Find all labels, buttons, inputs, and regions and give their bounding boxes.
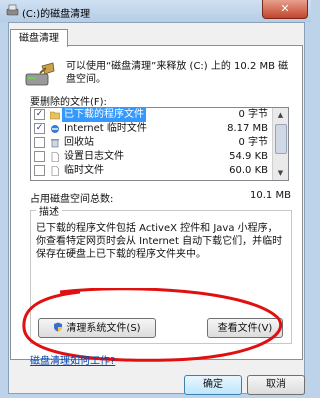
list-item[interactable]: ✓ 已下载的程序文件 0 字节 (31, 108, 288, 122)
view-files-button[interactable]: 查看文件(V) (207, 318, 283, 338)
item-name: 设置日志文件 (64, 151, 124, 162)
scroll-down-icon[interactable]: ▼ (273, 166, 288, 180)
files-to-delete-label: 要删除的文件(F): (30, 97, 107, 108)
scroll-thumb[interactable] (275, 124, 287, 154)
item-size: 0 字节 (238, 137, 268, 148)
scroll-up-icon[interactable]: ▲ (273, 108, 288, 122)
checkbox[interactable] (34, 151, 45, 162)
how-cleanup-works-link[interactable]: 磁盘清理如何工作? (30, 352, 115, 367)
intro-text: 可以使用“磁盘清理”来释放 (C:) 上的 10.2 MB 磁盘空间。 (66, 61, 289, 85)
tab-disk-cleanup[interactable]: 磁盘清理 (10, 29, 68, 47)
clean-system-files-label: 清理系统文件(S) (66, 323, 141, 334)
close-button[interactable]: ✕ (262, 0, 308, 19)
list-item[interactable]: ✓ Internet 临时文件 8.17 MB (31, 122, 288, 136)
list-item[interactable]: 回收站 0 字节 (31, 136, 288, 150)
item-size: 8.17 MB (227, 123, 268, 134)
item-size: 54.9 KB (229, 151, 268, 162)
item-name: 已下载的程序文件 (62, 108, 146, 122)
checkbox[interactable] (34, 137, 45, 148)
ie-icon (51, 125, 59, 133)
item-size: 0 字节 (238, 109, 268, 120)
disk-cleanup-large-icon (25, 62, 55, 86)
list-item[interactable]: 临时文件 60.0 KB (31, 164, 288, 178)
checkbox[interactable] (34, 165, 45, 176)
disk-cleanup-icon (6, 4, 19, 16)
recycle-bin-icon (51, 139, 59, 148)
clean-system-files-button[interactable]: 清理系统文件(S) (38, 318, 156, 338)
checkbox[interactable]: ✓ (34, 109, 45, 120)
item-name: 临时文件 (64, 165, 104, 176)
files-list: ✓ 已下载的程序文件 0 字节 ✓ Internet 临时文件 8.17 MB … (30, 107, 289, 181)
ok-button[interactable]: 确定 (184, 375, 242, 395)
list-scrollbar[interactable]: ▲ ▼ (272, 108, 288, 180)
item-size: 60.0 KB (229, 165, 268, 176)
cancel-button[interactable]: 取消 (247, 375, 305, 395)
close-icon: ✕ (280, 2, 290, 15)
item-name: 回收站 (64, 137, 94, 148)
description-title: 描述 (36, 203, 62, 218)
item-name: Internet 临时文件 (64, 123, 147, 134)
file-icon (51, 166, 59, 176)
total-space-value: 10.1 MB (250, 190, 291, 201)
folder-icon (50, 111, 60, 120)
description-text: 已下载的程序文件包括 ActiveX 控件和 Java 小程序，你查看特定网页时… (36, 223, 283, 260)
list-item[interactable]: 设置日志文件 54.9 KB (31, 150, 288, 164)
title-bar: (C:)的磁盘清理 ✕ (0, 0, 311, 22)
checkbox[interactable]: ✓ (34, 123, 45, 134)
uac-shield-icon (54, 322, 63, 332)
window-title: (C:)的磁盘清理 (22, 9, 91, 20)
file-icon (51, 152, 59, 162)
